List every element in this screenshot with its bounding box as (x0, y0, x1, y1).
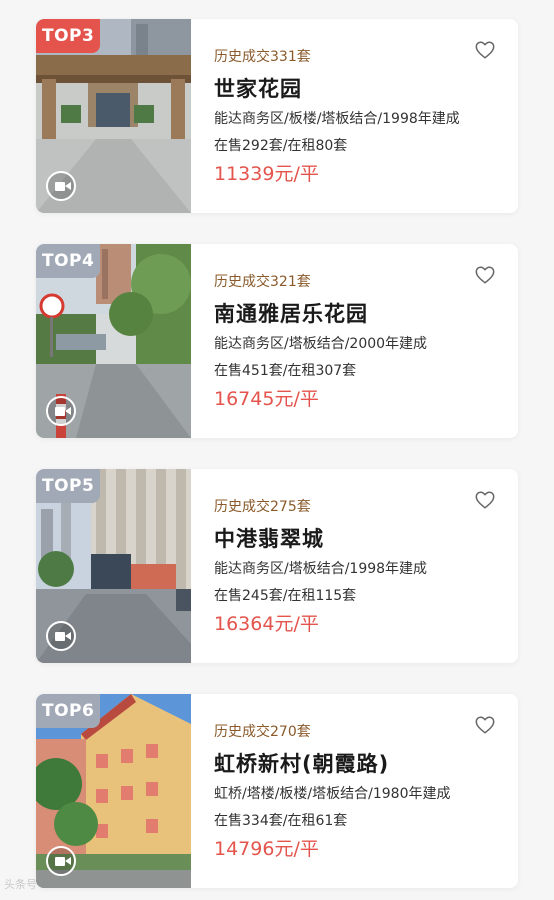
rank-badge: TOP6 (36, 694, 101, 728)
listing-card[interactable]: TOP6 历史成交270套 虹桥新村(朝霞路) 虹桥/塔楼/板楼/塔板结合/19… (36, 694, 518, 888)
community-photo[interactable]: TOP6 (36, 694, 191, 888)
listing-card[interactable]: TOP4 历史成交321套 南通雅居乐花园 能达商务区/塔板结合/2000年建成… (36, 244, 518, 438)
community-meta: 能达商务区/板楼/塔板结合/1998年建成 (214, 111, 460, 127)
video-camera-icon[interactable] (46, 171, 76, 201)
community-name[interactable]: 虹桥新村(朝霞路) (214, 748, 389, 778)
heart-outline-icon[interactable] (474, 714, 496, 736)
community-photo[interactable]: TOP3 (36, 19, 191, 213)
rank-badge: TOP5 (36, 469, 101, 503)
community-meta: 虹桥/塔楼/板楼/塔板结合/1980年建成 (214, 786, 451, 802)
community-photo[interactable]: TOP4 (36, 244, 191, 438)
unit-price: 16745元/平 (214, 388, 319, 410)
listing-info: 历史成交270套 虹桥新村(朝霞路) 虹桥/塔楼/板楼/塔板结合/1980年建成… (214, 694, 518, 888)
listing-info: 历史成交275套 中港翡翠城 能达商务区/塔板结合/1998年建成 在售245套… (214, 469, 518, 663)
heart-outline-icon[interactable] (474, 489, 496, 511)
stock-info: 在售245套/在租115套 (214, 588, 357, 604)
unit-price: 14796元/平 (214, 838, 319, 860)
unit-price: 11339元/平 (214, 163, 319, 185)
listing-info: 历史成交331套 世家花园 能达商务区/板楼/塔板结合/1998年建成 在售29… (214, 19, 518, 213)
listing-info: 历史成交321套 南通雅居乐花园 能达商务区/塔板结合/2000年建成 在售45… (214, 244, 518, 438)
community-meta: 能达商务区/塔板结合/2000年建成 (214, 336, 428, 352)
video-camera-icon[interactable] (46, 846, 76, 876)
history-deals: 历史成交331套 (214, 49, 311, 65)
rank-badge: TOP4 (36, 244, 101, 278)
history-deals: 历史成交275套 (214, 499, 311, 515)
stock-info: 在售292套/在租80套 (214, 138, 348, 154)
listing-card[interactable]: TOP5 历史成交275套 中港翡翠城 能达商务区/塔板结合/1998年建成 在… (36, 469, 518, 663)
history-deals: 历史成交321套 (214, 274, 311, 290)
community-name[interactable]: 中港翡翠城 (214, 523, 324, 553)
heart-outline-icon[interactable] (474, 39, 496, 61)
history-deals: 历史成交270套 (214, 724, 311, 740)
community-meta: 能达商务区/塔板结合/1998年建成 (214, 561, 428, 577)
heart-outline-icon[interactable] (474, 264, 496, 286)
video-camera-icon[interactable] (46, 621, 76, 651)
stock-info: 在售334套/在租61套 (214, 813, 348, 829)
community-name[interactable]: 南通雅居乐花园 (214, 298, 368, 328)
stock-info: 在售451套/在租307套 (214, 363, 357, 379)
unit-price: 16364元/平 (214, 613, 319, 635)
video-camera-icon[interactable] (46, 396, 76, 426)
rank-badge: TOP3 (36, 19, 101, 53)
community-name[interactable]: 世家花园 (214, 73, 302, 103)
watermark: 头条号 (4, 878, 37, 891)
listing-card[interactable]: TOP3 历史成交331套 世家花园 能达商务区/板楼/塔板结合/1998年建成… (36, 19, 518, 213)
community-photo[interactable]: TOP5 (36, 469, 191, 663)
